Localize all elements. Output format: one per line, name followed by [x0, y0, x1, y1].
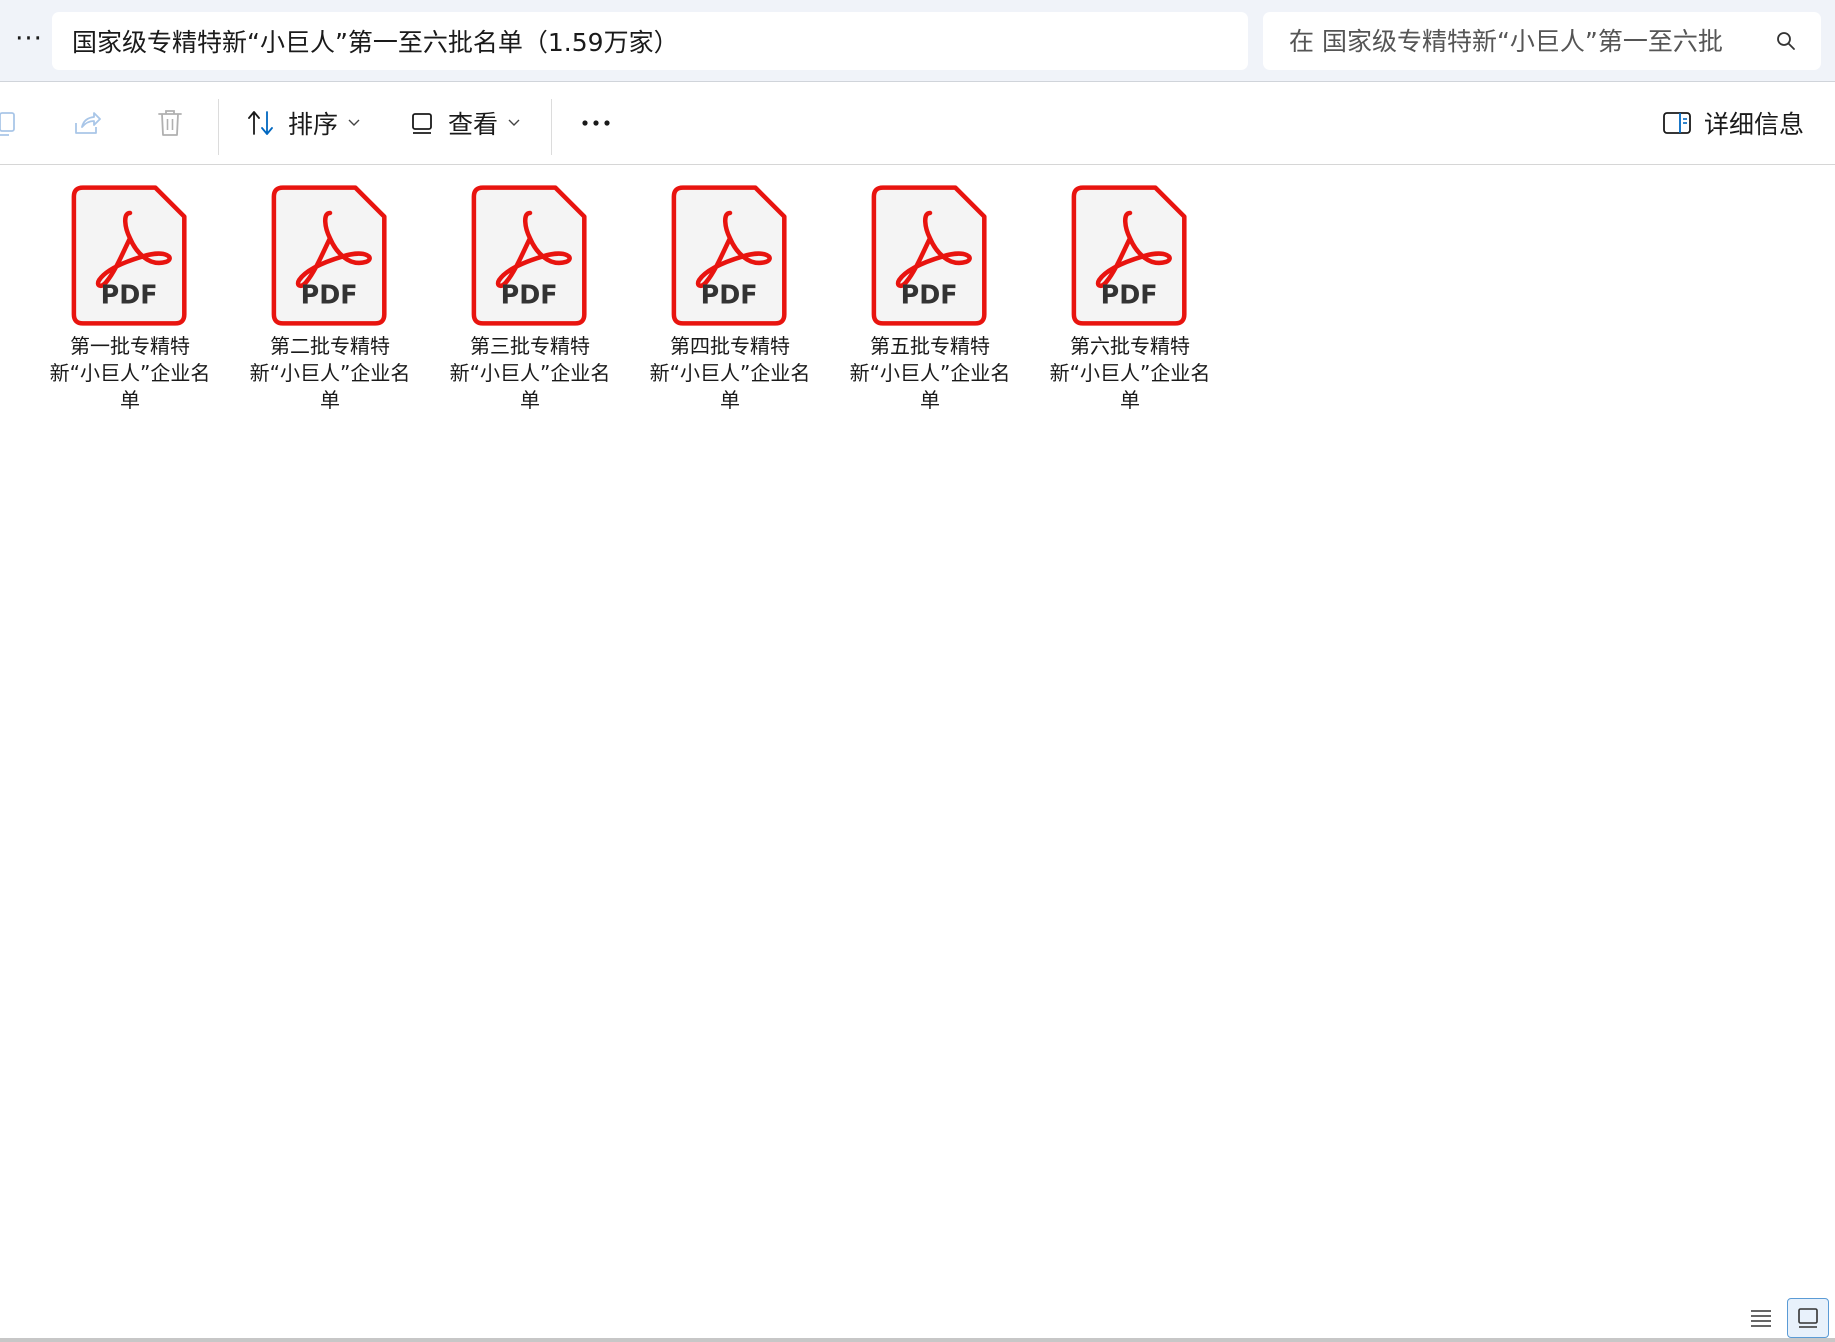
sort-arrows-icon [248, 111, 273, 135]
search-input[interactable] [1289, 26, 1749, 56]
list-view-icon [1751, 1310, 1771, 1327]
chevron-down-icon [508, 119, 520, 126]
sort-button[interactable]: 排序 [246, 97, 360, 149]
tiles-view-icon [1798, 1308, 1818, 1328]
address-bar[interactable]: 国家级专精特新“小巨人”第一至六批名单（1.59万家） [52, 12, 1248, 70]
status-bar [0, 1294, 1835, 1342]
details-label: 详细信息 [1704, 110, 1805, 139]
pdf-icon: PDF [1071, 185, 1187, 326]
details-pane-button[interactable]: 详细信息 [1662, 97, 1804, 149]
trash-icon [158, 110, 182, 136]
file-item[interactable]: PDF 第二批专精特新“小巨人”企业名单 [240, 184, 420, 414]
pdf-badge-text: PDF [901, 279, 958, 309]
details-view-button[interactable] [1740, 1298, 1782, 1338]
file-name: 第二批专精特新“小巨人”企业名单 [249, 334, 411, 412]
file-name: 第三批专精特新“小巨人”企业名单 [449, 334, 611, 412]
pdf-badge-text: PDF [101, 279, 158, 309]
chevron-down-icon [348, 119, 360, 126]
large-icons-view-button[interactable] [1787, 1298, 1829, 1338]
pdf-badge-text: PDF [301, 279, 358, 309]
pdf-icon: PDF [71, 185, 187, 326]
address-path: 国家级专精特新“小巨人”第一至六批名单（1.59万家） [72, 28, 679, 57]
more-options-button[interactable] [578, 97, 614, 149]
breadcrumb-overflow-button[interactable]: ··· [12, 18, 46, 60]
delete-button[interactable] [156, 97, 190, 149]
file-name: 第一批专精特新“小巨人”企业名单 [49, 334, 211, 412]
share-button[interactable] [72, 97, 106, 149]
address-bar-region: ··· 国家级专精特新“小巨人”第一至六批名单（1.59万家） [0, 0, 1835, 82]
pdf-icon: PDF [271, 185, 387, 326]
window-bottom-edge [0, 1338, 1835, 1342]
search-box[interactable] [1263, 12, 1821, 70]
copy-button[interactable] [0, 97, 28, 149]
file-item[interactable]: PDF 第五批专精特新“小巨人”企业名单 [840, 184, 1020, 414]
view-button[interactable]: 查看 [410, 97, 520, 149]
pdf-badge-text: PDF [701, 279, 758, 309]
search-icon[interactable] [1775, 30, 1797, 52]
pdf-icon: PDF [871, 185, 987, 326]
toolbar-divider [218, 99, 219, 155]
more-horizontal-icon [582, 120, 610, 126]
file-explorer-window: ··· 国家级专精特新“小巨人”第一至六批名单（1.59万家） 在 国家级专精特… [0, 0, 1835, 1342]
details-pane-icon [1663, 112, 1691, 134]
pdf-badge-text: PDF [1101, 279, 1158, 309]
file-item[interactable]: PDF 第四批专精特新“小巨人”企业名单 [640, 184, 820, 414]
file-name: 第四批专精特新“小巨人”企业名单 [649, 334, 811, 412]
pdf-icon: PDF [671, 185, 787, 326]
file-item[interactable]: PDF 第一批专精特新“小巨人”企业名单 [40, 184, 220, 414]
copy-icon [0, 112, 15, 136]
view-layout-icon [412, 113, 432, 134]
file-list-view[interactable]: PDF 第一批专精特新“小巨人”企业名单 PDF 第二批专精特新“小巨人”企业名单 PD… [0, 166, 1835, 1294]
pdf-badge-text: PDF [501, 279, 558, 309]
view-label: 查看 [448, 110, 499, 139]
share-icon [75, 112, 101, 134]
file-name: 第六批专精特新“小巨人”企业名单 [1049, 334, 1211, 412]
sort-label: 排序 [288, 110, 339, 139]
pdf-icon: PDF [471, 185, 587, 326]
toolbar-divider [551, 99, 552, 155]
file-item[interactable]: PDF 第六批专精特新“小巨人”企业名单 [1040, 184, 1220, 414]
command-toolbar: 排序 查看 详细信息 [0, 83, 1835, 165]
file-name: 第五批专精特新“小巨人”企业名单 [849, 334, 1011, 412]
file-item[interactable]: PDF 第三批专精特新“小巨人”企业名单 [440, 184, 620, 414]
